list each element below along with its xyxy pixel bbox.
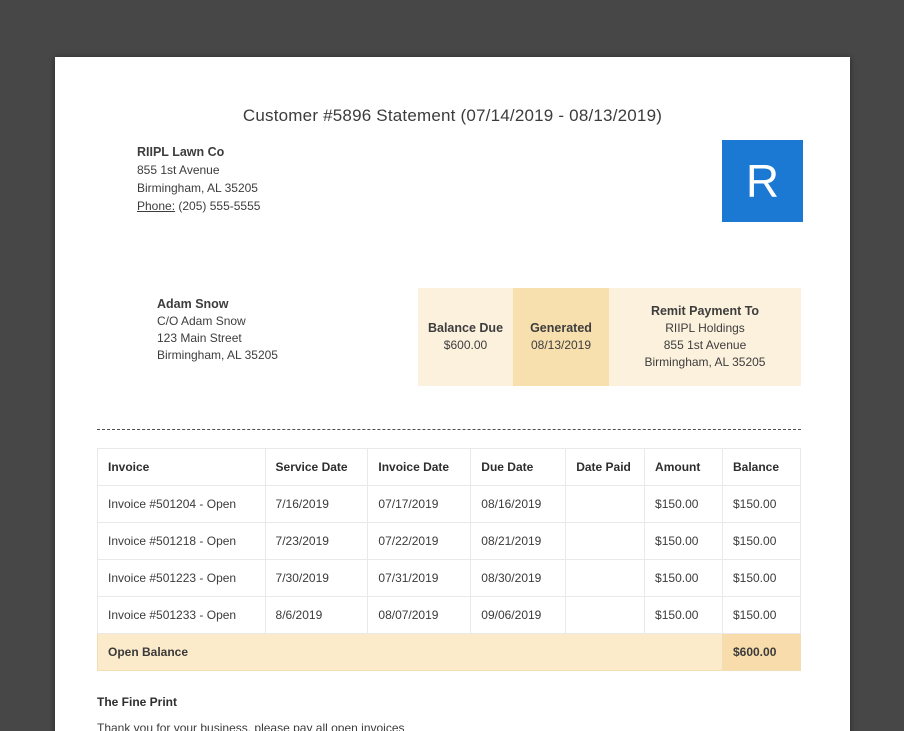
logo-letter: R [745,155,780,207]
table-header-row: Invoice Service Date Invoice Date Due Da… [97,448,802,486]
remit-payment-cell: Remit Payment To RIIPL Holdings 855 1st … [609,288,801,386]
customer-info: Adam Snow C/O Adam Snow 123 Main Street … [157,296,278,364]
cell-amount: $150.00 [644,559,723,597]
phone-label: Phone: [137,199,176,213]
cell-due-date: 09/06/2019 [470,596,567,634]
balance-due-amount: $600.00 [443,338,488,352]
customer-address-line2: Birmingham, AL 35205 [157,348,278,362]
company-logo: R [722,140,803,222]
cell-due-date: 08/21/2019 [470,522,567,560]
column-header-service-date: Service Date [264,448,369,486]
table-row: Invoice #501223 - Open 7/30/2019 07/31/2… [97,559,802,597]
balance-due-cell: Balance Due $600.00 [418,288,513,386]
cell-invoice: Invoice #501223 - Open [97,559,266,597]
balance-due-label: Balance Due [427,321,504,335]
generated-date: 08/13/2019 [530,338,592,352]
fine-print-text: Thank you for your business, please pay … [97,721,405,731]
table-row: Invoice #501218 - Open 7/23/2019 07/22/2… [97,522,802,560]
cell-invoice: Invoice #501233 - Open [97,596,266,634]
remit-name: RIIPL Holdings [665,321,745,335]
cell-amount: $150.00 [644,522,723,560]
cell-amount: $150.00 [644,485,723,523]
cell-service-date: 7/16/2019 [264,485,369,523]
cell-date-paid [565,596,646,634]
column-header-due-date: Due Date [470,448,567,486]
cell-due-date: 08/16/2019 [470,485,567,523]
cell-service-date: 8/6/2019 [264,596,369,634]
generated-cell: Generated 08/13/2019 [513,288,609,386]
cell-date-paid [565,485,646,523]
generated-label: Generated [530,321,592,335]
column-header-date-paid: Date Paid [565,448,646,486]
cell-balance: $150.00 [721,596,802,634]
column-header-balance: Balance [721,448,802,486]
cell-date-paid [565,522,646,560]
phone-number: (205) 555-5555 [178,199,261,213]
open-balance-amount: $600.00 [721,633,802,671]
cell-balance: $150.00 [721,485,802,523]
cell-invoice-date: 07/22/2019 [367,522,472,560]
cell-date-paid [565,559,646,597]
company-name: RIIPL Lawn Co [137,145,225,159]
cell-service-date: 7/30/2019 [264,559,369,597]
column-header-invoice-date: Invoice Date [367,448,472,486]
remit-heading: Remit Payment To [650,304,760,318]
cell-invoice-date: 07/17/2019 [367,485,472,523]
dashed-divider [97,429,801,430]
company-address-line2: Birmingham, AL 35205 [137,181,258,195]
cell-balance: $150.00 [721,522,802,560]
cell-invoice-date: 07/31/2019 [367,559,472,597]
cell-due-date: 08/30/2019 [470,559,567,597]
customer-name: Adam Snow [157,297,229,311]
company-info: RIIPL Lawn Co 855 1st Avenue Birmingham,… [137,143,260,215]
cell-invoice: Invoice #501218 - Open [97,522,266,560]
cell-amount: $150.00 [644,596,723,634]
summary-banner: Balance Due $600.00 Generated 08/13/2019… [418,288,801,386]
customer-address-line1: 123 Main Street [157,331,242,345]
customer-care-of: C/O Adam Snow [157,314,246,328]
remit-address-line2: Birmingham, AL 35205 [644,355,766,369]
cell-invoice: Invoice #501204 - Open [97,485,266,523]
company-phone: Phone: (205) 555-5555 [137,197,260,215]
cell-balance: $150.00 [721,559,802,597]
fine-print-heading: The Fine Print [97,695,178,709]
table-row: Invoice #501204 - Open 7/16/2019 07/17/2… [97,485,802,523]
open-balance-row: Open Balance $600.00 [97,633,802,671]
company-address-line1: 855 1st Avenue [137,163,220,177]
cell-service-date: 7/23/2019 [264,522,369,560]
invoice-table: Invoice Service Date Invoice Date Due Da… [97,448,802,671]
remit-address-line1: 855 1st Avenue [663,338,747,352]
cell-invoice-date: 08/07/2019 [367,596,472,634]
column-header-amount: Amount [644,448,723,486]
column-header-invoice: Invoice [97,448,266,486]
statement-page: Customer #5896 Statement (07/14/2019 - 0… [55,57,850,731]
table-row: Invoice #501233 - Open 8/6/2019 08/07/20… [97,596,802,634]
open-balance-label: Open Balance [97,633,723,671]
statement-title: Customer #5896 Statement (07/14/2019 - 0… [242,106,663,125]
